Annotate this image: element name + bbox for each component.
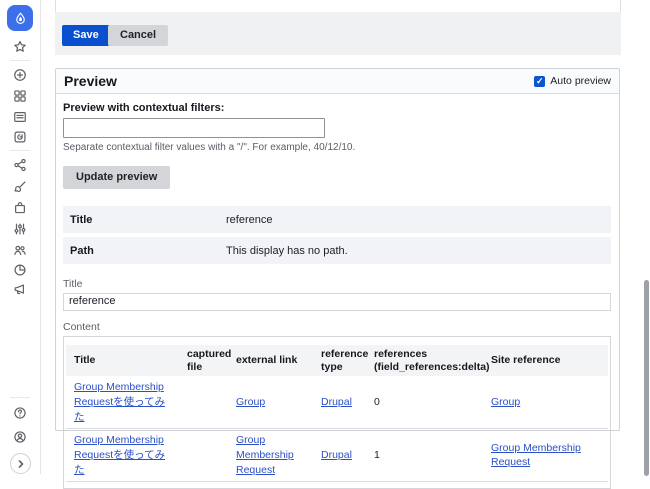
cancel-button[interactable]: Cancel [108, 25, 168, 46]
reports-pie-icon[interactable] [13, 263, 27, 277]
user-account-icon[interactable] [13, 430, 27, 444]
sidebar-divider [10, 60, 30, 61]
summary-value: reference [226, 214, 272, 226]
row-external-link[interactable]: Group [236, 396, 265, 408]
col-header-references-delta: references (field_references:delta) [366, 345, 483, 376]
col-header-reference-type: reference type [313, 345, 366, 376]
row-captured-file [179, 376, 228, 429]
summary-label: Path [70, 245, 226, 257]
content-label: Content [63, 321, 611, 333]
preview-header: Preview ✓ Auto preview [56, 69, 619, 94]
preview-panel: Preview ✓ Auto preview Preview with cont… [55, 68, 620, 431]
sidebar-divider [10, 150, 30, 151]
col-header-title: Title [66, 345, 179, 376]
contextual-filters-input[interactable] [63, 118, 325, 138]
add-content-icon[interactable] [13, 68, 27, 82]
row-reference-type-link[interactable]: Drupal [321, 396, 352, 408]
col-header-site-reference: Site reference [483, 345, 608, 376]
help-icon[interactable] [13, 406, 27, 420]
title-field-value[interactable]: reference [63, 293, 611, 311]
form-actions-bar: Save Cancel [55, 12, 621, 55]
row-reference-type-link[interactable]: Drupal [321, 449, 352, 461]
checkbox-checked-icon[interactable]: ✓ [534, 76, 545, 87]
col-header-captured-file: captured file [179, 345, 228, 376]
contextual-filters-label: Preview with contextual filters: [63, 102, 611, 114]
row-site-reference-link[interactable]: Group Membership Request [491, 442, 581, 469]
table-row: Group Membership Requestを使ってみた Group Dru… [66, 376, 608, 429]
admin-sidebar [0, 0, 41, 474]
preview-heading: Preview [64, 73, 117, 89]
auto-preview-label: Auto preview [550, 75, 611, 87]
vertical-scrollbar-thumb[interactable] [644, 280, 649, 476]
recent-items-icon[interactable] [13, 130, 27, 144]
preview-summary: Title reference Path This display has no… [63, 206, 611, 264]
drupal-logo-icon[interactable] [7, 5, 33, 31]
auto-preview-toggle[interactable]: ✓ Auto preview [534, 75, 611, 87]
star-shortcuts-icon[interactable] [13, 40, 27, 54]
sidebar-divider [10, 397, 30, 398]
summary-label: Title [70, 214, 226, 226]
row-site-reference-link[interactable]: Group [491, 396, 520, 408]
summary-row-path: Path This display has no path. [63, 237, 611, 264]
row-external-link[interactable]: Group Membership Request [236, 434, 294, 475]
expand-sidebar-button[interactable] [10, 453, 31, 474]
blocks-icon[interactable] [13, 89, 27, 103]
content-table: Title captured file external link refere… [66, 345, 608, 482]
title-field-label: Title [63, 278, 611, 290]
save-button[interactable]: Save [62, 25, 110, 46]
structure-share-icon[interactable] [13, 158, 27, 172]
update-preview-button[interactable]: Update preview [63, 166, 170, 189]
people-icon[interactable] [13, 243, 27, 257]
form-panel-left-edge [55, 0, 56, 12]
content-table-container: Title captured file external link refere… [63, 336, 611, 489]
row-references-delta: 0 [366, 376, 483, 429]
col-header-external-link: external link [228, 345, 313, 376]
configuration-sliders-icon[interactable] [13, 222, 27, 236]
preview-body: Preview with contextual filters: Separat… [56, 94, 619, 489]
extend-icon[interactable] [13, 201, 27, 215]
table-header-row: Title captured file external link refere… [66, 345, 608, 376]
contextual-filters-help: Separate contextual filter values with a… [63, 142, 611, 153]
content-icon[interactable] [13, 110, 27, 124]
summary-row-title: Title reference [63, 206, 611, 233]
announcements-megaphone-icon[interactable] [13, 282, 27, 296]
appearance-brush-icon[interactable] [13, 180, 27, 194]
summary-value: This display has no path. [226, 245, 348, 257]
form-panel-right-edge [620, 0, 621, 12]
row-title-link[interactable]: Group Membership Requestを使ってみた [74, 381, 165, 422]
row-title-link[interactable]: Group Membership Requestを使ってみた [74, 434, 165, 475]
